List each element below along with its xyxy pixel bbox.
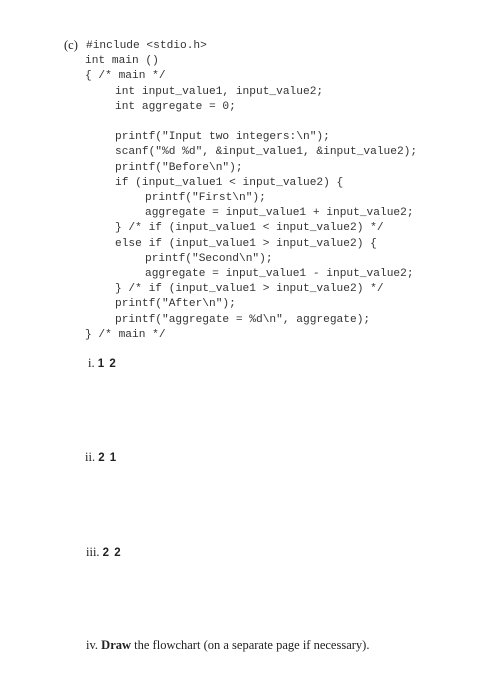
subpart-emphasis: Draw — [101, 638, 132, 652]
code-line: } /* main */ — [85, 328, 166, 341]
code-line: } /* if (input_value1 < input_value2) */ — [115, 222, 384, 235]
code-line: printf("Input two integers:\n"); — [115, 131, 330, 144]
code-line: int aggregate = 0; — [115, 100, 236, 113]
subpart-label: ii. — [85, 450, 96, 464]
code-line: aggregate = input_value1 - input_value2; — [145, 268, 414, 280]
code-line: printf("First\n"); — [145, 192, 266, 204]
subpart-label: i. — [88, 356, 95, 370]
subpart-input: 2 2 — [102, 547, 121, 559]
subpart-iii: iii. 2 2 — [86, 545, 121, 560]
subpart-input: 2 1 — [98, 452, 117, 464]
subpart-label: iv. — [86, 638, 99, 652]
code-line: else if (input_value1 > input_value2) { — [115, 237, 377, 250]
question-label: (c) — [64, 38, 78, 52]
code-line: printf("aggregate = %d\n", aggregate); — [115, 313, 371, 326]
subpart-iv: iv. Draw the flowchart (on a separate pa… — [86, 638, 369, 653]
subpart-input: 1 2 — [97, 358, 116, 370]
code-line: scanf("%d %d", &input_value1, &input_val… — [115, 146, 418, 159]
subpart-label: iii. — [86, 545, 100, 559]
subpart-text: the flowchart (on a separate page if nec… — [131, 638, 370, 652]
code-line: } /* if (input_value1 > input_value2) */ — [115, 283, 384, 296]
code-line: aggregate = input_value1 + input_value2; — [145, 207, 414, 220]
code-line: { /* main */ — [85, 70, 166, 83]
subpart-i: i. 1 2 — [88, 356, 116, 371]
code-line: int main () — [85, 55, 159, 68]
code-line: printf("Before\n"); — [115, 161, 243, 174]
subpart-ii: ii. 2 1 — [85, 450, 116, 465]
code-line: #include <stdio.h> — [86, 40, 207, 52]
code-line: int input_value1, input_value2; — [115, 85, 324, 98]
code-line: printf("After\n"); — [115, 298, 236, 311]
code-line: if (input_value1 < input_value2) { — [115, 176, 344, 189]
code-line: printf("Second\n"); — [145, 252, 273, 265]
